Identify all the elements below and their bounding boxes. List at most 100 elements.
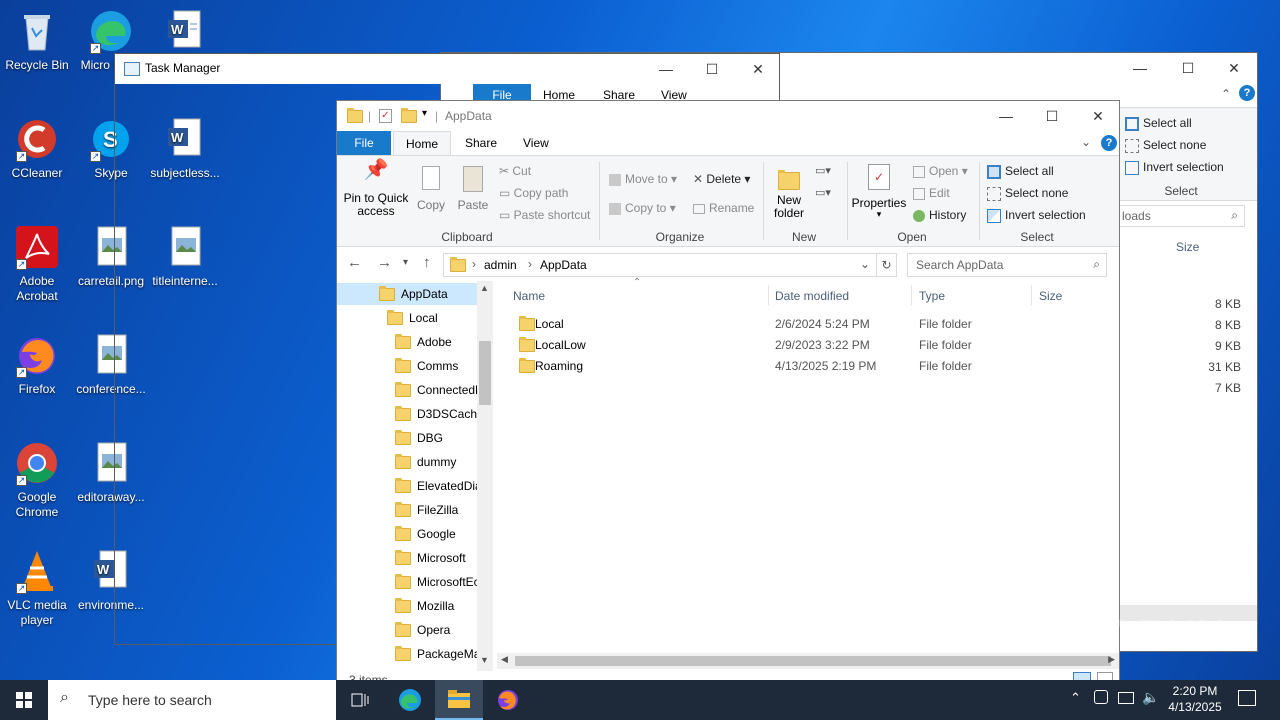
new-folder-qat-icon[interactable] — [401, 108, 417, 123]
tab-share[interactable]: Share — [453, 131, 509, 155]
properties-qat-icon[interactable]: ✓ — [379, 109, 392, 123]
scroll-left-icon[interactable]: ◀ — [501, 654, 508, 665]
search-input[interactable]: Search AppData — [916, 258, 1003, 272]
minimize-button[interactable]: — — [983, 101, 1029, 131]
new-folder-button[interactable]: New folder — [769, 164, 809, 220]
notifications-icon[interactable] — [1238, 690, 1256, 706]
scroll-thumb[interactable] — [479, 341, 491, 405]
firefox-taskbar-icon[interactable] — [484, 680, 532, 720]
copy-button[interactable]: Copy — [411, 164, 451, 212]
start-button[interactable] — [0, 680, 48, 720]
column-header-name[interactable]: Name — [513, 289, 545, 303]
volume-icon[interactable]: 🔈 — [1142, 689, 1159, 706]
network-icon[interactable] — [1118, 692, 1134, 704]
help-icon[interactable]: ? — [1239, 85, 1255, 101]
recent-locations-icon[interactable]: ▾ — [403, 257, 408, 268]
explorer-window[interactable]: | ✓ ▾ | AppData — ☐ ✕ File Home Share Vi… — [336, 100, 1120, 690]
select-all-button[interactable]: Select all — [987, 164, 1054, 179]
help-icon[interactable]: ? — [1101, 135, 1117, 151]
close-button[interactable]: ✕ — [1211, 53, 1257, 83]
nav-item[interactable]: ElevatedDia — [337, 475, 477, 497]
show-hidden-icons-icon[interactable]: ⌃ — [1070, 690, 1081, 706]
tab-view[interactable]: View — [511, 131, 561, 155]
edit-button[interactable]: Edit — [913, 186, 950, 200]
nav-item[interactable]: MicrosoftEc — [337, 571, 477, 593]
task-view-icon[interactable] — [336, 680, 384, 720]
nav-item[interactable]: D3DSCache — [337, 403, 477, 425]
close-button[interactable]: ✕ — [735, 54, 781, 84]
clock[interactable]: 2:20 PM 4/13/2025 — [1160, 683, 1230, 715]
file-list[interactable]: ⌃ Name Date modified Type Size Local 2/6/… — [497, 277, 1117, 657]
properties-button[interactable]: ✓ Properties ▾ — [851, 164, 907, 219]
refresh-button[interactable]: ↻ — [877, 253, 897, 277]
column-header-size[interactable]: Size — [1176, 240, 1199, 254]
adobe-acrobat-icon[interactable]: ↗ Adobe Acrobat — [0, 224, 74, 304]
navigation-pane[interactable]: AppData Local Adobe Comms ConnectedD D3DSCach… — [337, 281, 493, 671]
nav-item[interactable]: DBG — [337, 427, 477, 449]
maximize-button[interactable]: ☐ — [1029, 101, 1075, 131]
chrome-icon[interactable]: ↗ Google Chrome — [0, 440, 74, 520]
address-bar[interactable]: › admin › AppData ⌄ — [443, 253, 877, 277]
history-button[interactable]: History — [913, 208, 966, 222]
taskbar-search-box[interactable]: ⌕ Type here to search — [48, 680, 336, 720]
nav-item[interactable]: ConnectedD — [337, 379, 477, 401]
easy-access-button[interactable]: ▭▾ — [815, 186, 831, 199]
taskbar-search-input[interactable]: Type here to search — [88, 692, 212, 708]
vlc-icon[interactable]: ↗ VLC media player — [0, 548, 74, 628]
search-box[interactable]: loads ⌕ — [1119, 205, 1245, 227]
copy-to-button[interactable]: Copy to ▾ — [609, 201, 676, 215]
nav-item[interactable]: FileZilla — [337, 499, 477, 521]
up-arrow-icon[interactable]: ↑ — [423, 254, 431, 271]
invert-selection-button[interactable]: Invert selection — [1125, 160, 1224, 175]
nav-item[interactable]: Comms — [337, 355, 477, 377]
nav-item[interactable]: Adobe — [337, 331, 477, 353]
ribbon-collapse-icon[interactable]: ⌃ — [1221, 87, 1231, 101]
close-button[interactable]: ✕ — [1075, 101, 1121, 131]
scroll-down-icon[interactable]: ▼ — [480, 655, 489, 665]
tab-file[interactable]: File — [337, 131, 391, 155]
select-none-button[interactable]: Select none — [1125, 138, 1206, 153]
move-to-button[interactable]: Move to ▾ — [609, 172, 677, 186]
ribbon-collapse-icon[interactable]: ⌄ — [1081, 135, 1091, 149]
nav-item[interactable]: dummy — [337, 451, 477, 473]
cut-button[interactable]: ✂ Cut — [499, 164, 531, 178]
firefox-icon[interactable]: ↗ Firefox — [0, 332, 74, 397]
ccleaner-icon[interactable]: ↗ CCleaner — [0, 116, 74, 181]
nav-item[interactable]: Microsoft — [337, 547, 477, 569]
horizontal-scrollbar[interactable]: ◀ ▶ — [497, 653, 1119, 669]
select-all-button[interactable]: Select all — [1125, 116, 1192, 131]
pin-to-quick-access-button[interactable]: 📌 Pin to Quick access — [341, 160, 411, 218]
qat-dropdown-icon[interactable]: ▾ — [422, 108, 427, 119]
minimize-button[interactable]: — — [643, 54, 689, 84]
nav-item-selected[interactable]: AppData — [337, 283, 477, 305]
recycle-bin-icon[interactable]: Recycle Bin — [0, 8, 74, 73]
maximize-button[interactable]: ☐ — [689, 54, 735, 84]
address-dropdown-icon[interactable]: ⌄ — [860, 257, 870, 271]
delete-button[interactable]: ✕ Delete ▾ — [693, 172, 750, 186]
nav-item[interactable]: Google — [337, 523, 477, 545]
rename-button[interactable]: Rename — [693, 201, 754, 215]
forward-arrow-icon[interactable]: → — [377, 254, 392, 271]
nav-item[interactable]: Opera — [337, 619, 477, 641]
meet-now-icon[interactable] — [1094, 690, 1108, 704]
scroll-thumb[interactable] — [515, 656, 1111, 666]
breadcrumb-admin[interactable]: admin — [484, 258, 517, 272]
copy-path-button[interactable]: ▭ Copy path — [499, 186, 568, 200]
invert-selection-button[interactable]: Invert selection — [987, 208, 1086, 223]
paste-button[interactable]: Paste — [453, 164, 493, 212]
nav-item[interactable]: PackageMa — [337, 643, 477, 665]
column-header-type[interactable]: Type — [919, 289, 945, 303]
breadcrumb-appdata[interactable]: AppData — [540, 258, 587, 272]
file-explorer-taskbar-icon[interactable] — [435, 680, 483, 720]
maximize-button[interactable]: ☐ — [1165, 53, 1211, 83]
nav-item[interactable]: Local — [337, 307, 477, 329]
select-none-button[interactable]: Select none — [987, 186, 1068, 201]
search-box[interactable]: Search AppData ⌕ — [907, 253, 1107, 277]
scroll-up-icon[interactable]: ▲ — [480, 283, 489, 293]
new-item-button[interactable]: ▭▾ — [815, 164, 831, 177]
back-arrow-icon[interactable]: ← — [347, 254, 362, 271]
nav-item[interactable]: Mozilla — [337, 595, 477, 617]
edge-taskbar-icon[interactable] — [386, 680, 434, 720]
open-button[interactable]: Open ▾ — [913, 164, 968, 178]
word-doc-icon[interactable]: W — [148, 8, 222, 58]
